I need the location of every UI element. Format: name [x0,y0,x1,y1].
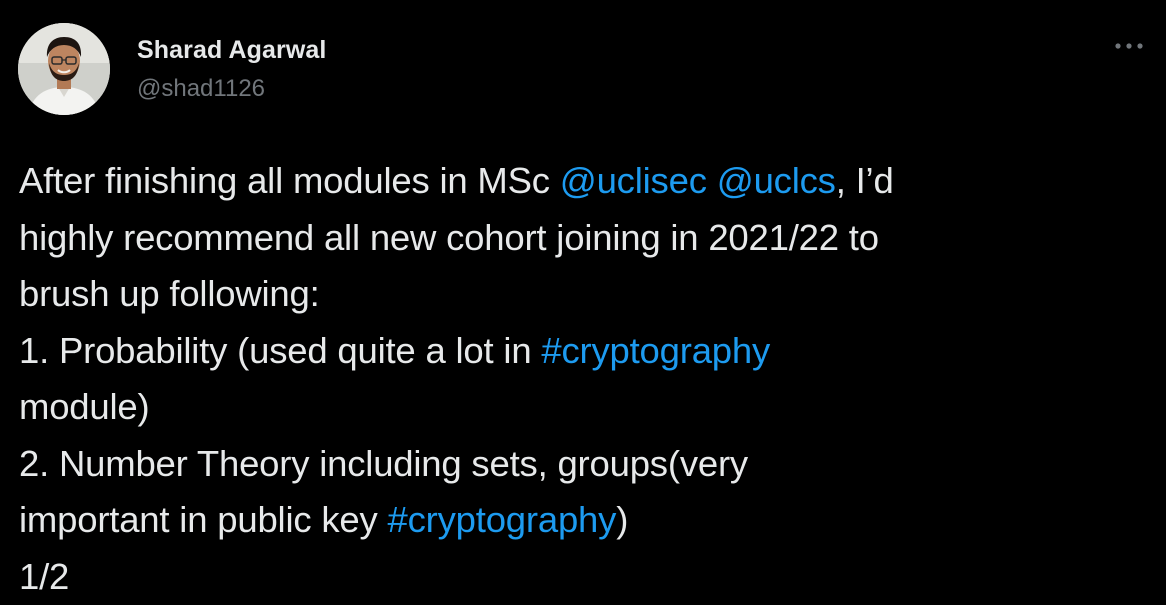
mention-link-uclcs[interactable]: @uclcs [717,160,836,201]
tweet-text-segment: important in public key [19,499,388,540]
tweet-line: important in public key #cryptography) [19,492,1154,549]
mention-link-uclisec[interactable]: @uclisec [560,160,707,201]
tweet-line: 1. Probability (used quite a lot in #cry… [19,323,1154,380]
tweet-text-segment: After finishing all modules in MSc [19,160,560,201]
tweet-text-segment [707,160,717,201]
tweet-line: After finishing all modules in MSc @ucli… [19,153,1154,210]
tweet-line: brush up following: [19,266,1154,323]
avatar[interactable] [18,23,110,115]
tweet-text-segment: 1. Probability (used quite a lot in [19,330,541,371]
hashtag-link-cryptography[interactable]: #cryptography [388,499,617,540]
tweet-line: 2. Number Theory including sets, groups(… [19,436,1154,493]
profile-photo-icon [18,23,110,115]
more-horizontal-icon [1114,42,1144,50]
tweet-line: highly recommend all new cohort joining … [19,210,1154,267]
tweet-text-segment: , I’d [836,160,894,201]
tweet: Sharad Agarwal @shad1126 After finishing… [0,0,1166,602]
more-options-button[interactable] [1108,34,1150,58]
tweet-text-segment: ) [616,499,628,540]
tweet-line: 1/2 [19,549,1154,605]
author-handle[interactable]: @shad1126 [137,74,265,104]
hashtag-link-cryptography[interactable]: #cryptography [541,330,770,371]
tweet-text: After finishing all modules in MSc @ucli… [19,153,1154,605]
author-display-name[interactable]: Sharad Agarwal [137,35,326,65]
tweet-line: module) [19,379,1154,436]
